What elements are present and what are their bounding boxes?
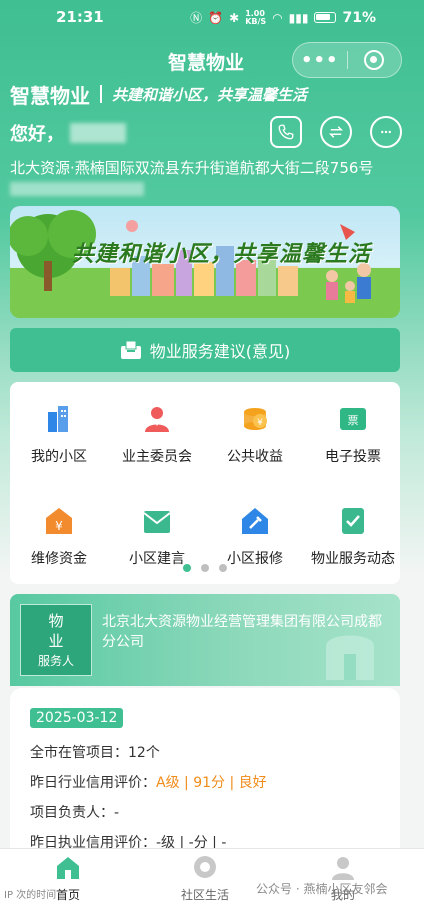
swap-icon: [328, 126, 344, 138]
brand-divider: [100, 85, 102, 103]
close-miniprogram-button[interactable]: [347, 50, 401, 70]
suggestion-label: 物业服务建议(意见): [149, 342, 291, 361]
phone-icon: [278, 124, 294, 140]
doc-check-icon: [342, 508, 364, 534]
grid-item-label: 业主委员会: [122, 449, 192, 465]
industry-rating-value: A级 | 91分 | 良好: [156, 775, 267, 791]
promo-banner[interactable]: 共建和谐小区，共享温馨生活: [10, 206, 400, 318]
redacted-username: [70, 123, 126, 143]
more-button[interactable]: •••: [293, 50, 347, 71]
info-date: 2025-03-12: [30, 708, 124, 728]
pager-dot: [201, 564, 209, 572]
switch-community-button[interactable]: [320, 116, 352, 148]
alarm-icon: ⏰: [208, 10, 224, 25]
credit-info-card: 2025-03-12 全市在管项目：12个 昨日行业信用评价：A级 | 91分 …: [10, 688, 400, 854]
function-grid: 我的小区 业主委员会 ¥ 公共收益 票电子投票 ¥ 维修资金 小区建言 小区报修 物业服务动态: [10, 382, 400, 584]
yuan-house-icon: ¥: [46, 508, 72, 534]
watermark-right: 公众号 · 燕楠小区友邻会: [256, 882, 388, 896]
bottom-tab-bar: 首页 社区生活 我的: [0, 848, 424, 906]
suggestion-box-icon: [120, 340, 141, 359]
industry-rating: 昨日行业信用评价：A级 | 91分 | 良好: [30, 772, 267, 792]
bluetooth-icon: ✱: [229, 10, 240, 25]
person-icon: [332, 857, 354, 880]
svg-text:¥: ¥: [55, 519, 63, 533]
tag-line-1: 物: [48, 612, 64, 630]
grid-item-8[interactable]: 物业服务动态: [304, 506, 402, 568]
chat-icon: [194, 856, 216, 878]
committee-icon: [145, 407, 169, 432]
user-address: 北大资源·燕楠国际双流县东升街道航都大街二段756号: [10, 158, 414, 196]
redacted-address-detail: [10, 182, 144, 196]
grid-item-7[interactable]: 小区报修: [206, 506, 304, 568]
grid-pager: [10, 564, 400, 572]
door-decoration-icon: [326, 635, 374, 680]
chat-bubble-icon: [381, 130, 391, 134]
managed-projects: 全市在管项目：12个: [30, 745, 160, 761]
service-provider-tag: 物 业 服务人: [20, 604, 92, 676]
navigation-bar: 智慧物业 •••: [0, 40, 424, 80]
service-provider-card[interactable]: 物 业 服务人 北京北大资源物业经营管理集团有限公司成都分公司: [10, 594, 400, 686]
grid-item-label: 我的小区: [31, 449, 87, 465]
industry-rating-label: 昨日行业信用评价：: [30, 775, 156, 791]
greeting: 您好，: [10, 120, 126, 146]
building-icon: [48, 406, 68, 432]
wifi-icon: ◠: [272, 10, 283, 25]
message-button[interactable]: [370, 116, 402, 148]
pager-dot: [219, 564, 227, 572]
net-speed: 1.00 KB/S: [245, 8, 267, 26]
watermark-left: IP 次的时间: [4, 890, 57, 901]
tab-community-life-label: 社区生活: [180, 888, 229, 902]
tag-line-2: 业: [48, 632, 64, 650]
quick-actions: [270, 116, 402, 148]
status-bar: 21:31 Ⓝ ⏰ ✱ 1.00 KB/S ◠ ▮▮▮ 71%: [0, 0, 424, 36]
grid-item-label: 公共收益: [227, 449, 283, 465]
tab-community-life[interactable]: 社区生活: [165, 855, 245, 903]
target-icon: [364, 50, 385, 70]
brand-row: 智慧物业 共建和谐小区，共享温馨生活: [10, 82, 410, 108]
svg-text:票: 票: [348, 414, 359, 427]
service-suggestion-button[interactable]: 物业服务建议(意见): [10, 328, 400, 372]
status-icons: Ⓝ ⏰ ✱ 1.00 KB/S ◠ ▮▮▮ 71%: [190, 9, 376, 26]
project-manager: 项目负责人：-: [30, 805, 120, 821]
repair-icon: [242, 508, 268, 534]
battery-percent: 71%: [342, 9, 376, 26]
coins-icon: ¥: [244, 408, 267, 430]
grid-item-1[interactable]: 我的小区: [10, 404, 108, 466]
pager-dot-active: [183, 564, 191, 572]
brand-slogan: 共建和谐小区，共享温馨生活: [112, 85, 308, 104]
svg-text:¥: ¥: [257, 418, 263, 428]
signal-icon: ▮▮▮: [288, 10, 309, 25]
banner-slogan: 共建和谐小区，共享温馨生活: [72, 241, 372, 267]
nfc-icon: Ⓝ: [190, 11, 203, 25]
battery-icon: [314, 12, 337, 23]
grid-item-3[interactable]: ¥ 公共收益: [206, 404, 304, 466]
grid-item-2[interactable]: 业主委员会: [108, 404, 206, 466]
status-time: 21:31: [56, 8, 104, 26]
mail-icon: [143, 511, 171, 533]
home-icon: [57, 857, 79, 879]
greeting-text: 您好，: [10, 124, 64, 145]
ticket-icon: 票: [340, 408, 366, 430]
grid-item-4[interactable]: 票电子投票: [304, 404, 402, 466]
tag-line-3: 服务人: [37, 654, 74, 668]
brand-name: 智慧物业: [10, 83, 90, 108]
grid-item-6[interactable]: 小区建言: [108, 506, 206, 568]
phone-button[interactable]: [270, 116, 302, 148]
address-text: 北大资源·燕楠国际双流县东升街道航都大街二段756号: [10, 159, 374, 177]
grid-item-5[interactable]: ¥ 维修资金: [10, 506, 108, 568]
miniprogram-capsule: •••: [292, 42, 402, 78]
grid-item-label: 电子投票: [325, 449, 381, 465]
